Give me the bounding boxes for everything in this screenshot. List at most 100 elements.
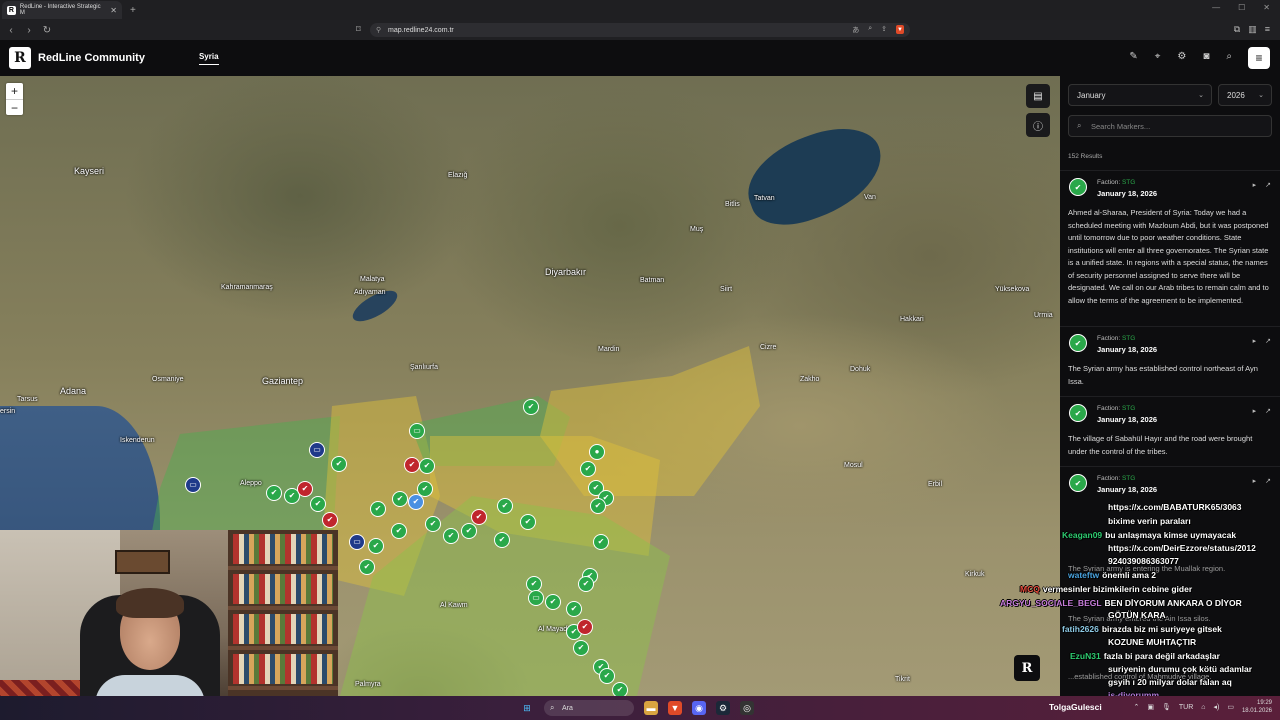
network-icon[interactable]: ⌂: [1201, 704, 1205, 711]
map-marker[interactable]: ▭: [185, 477, 201, 493]
map-marker[interactable]: ✔: [590, 498, 606, 514]
app-header: R RedLine Community Syria ✎ ⌖ ⚙ ◙ ⌕ ≡: [0, 40, 1280, 76]
map-marker[interactable]: ✔: [566, 601, 582, 617]
battery-icon[interactable]: ▭: [1227, 703, 1234, 711]
map-marker[interactable]: ✔: [577, 619, 593, 635]
clock[interactable]: 19:29 18.01.2026: [1242, 699, 1272, 715]
browser-menu-icon[interactable]: ≡: [1265, 24, 1270, 35]
marker-entry[interactable]: ✔ Faction: STG January 18, 2026 ▸ ↗ The S…: [1060, 326, 1280, 396]
city-label: Tikrit: [895, 676, 910, 683]
zoom-in-button[interactable]: +: [6, 83, 23, 99]
menu-icon[interactable]: ≡: [1248, 47, 1270, 69]
map-marker[interactable]: ✔: [494, 532, 510, 548]
map-marker[interactable]: ✔: [593, 534, 609, 550]
map-marker[interactable]: ✔: [404, 457, 420, 473]
map-marker[interactable]: ✔: [443, 528, 459, 544]
video-icon[interactable]: ▸: [1253, 477, 1257, 485]
month-select[interactable]: January ⌄: [1068, 84, 1212, 106]
volume-icon[interactable]: ◂): [1213, 703, 1219, 711]
maximize-icon[interactable]: ☐: [1238, 3, 1245, 12]
year-select[interactable]: 2026 ⌄: [1218, 84, 1272, 106]
map-marker[interactable]: ✔: [599, 668, 615, 684]
marker-search-input[interactable]: ⌕ Search Markers...: [1068, 115, 1272, 137]
map-marker[interactable]: ✔: [471, 509, 487, 525]
zoom-out-button[interactable]: −: [6, 99, 23, 115]
video-icon[interactable]: ▸: [1253, 181, 1257, 189]
sidebar-toggle-icon[interactable]: ▥: [1248, 24, 1257, 35]
map-marker[interactable]: ▭: [349, 534, 365, 550]
map-marker[interactable]: ✔: [417, 481, 433, 497]
external-link-icon[interactable]: ↗: [1265, 181, 1271, 189]
close-tab-icon[interactable]: ✕: [110, 6, 117, 15]
video-icon[interactable]: ▸: [1253, 337, 1257, 345]
map-marker[interactable]: ✔: [523, 399, 539, 415]
map-marker[interactable]: ✔: [520, 514, 536, 530]
map-marker[interactable]: ✔: [573, 640, 589, 656]
gear-icon[interactable]: ⚙: [1177, 51, 1186, 62]
marker-entry[interactable]: ✔ Faction: STG January 18, 2026 ▸ ↗ Ahmed…: [1060, 170, 1280, 326]
map-marker[interactable]: ✔: [266, 485, 282, 501]
search-icon[interactable]: ⌕: [1226, 51, 1232, 62]
translate-icon[interactable]: あ: [852, 25, 859, 35]
map-marker[interactable]: ▭: [309, 442, 325, 458]
map-marker[interactable]: ✔: [370, 501, 386, 517]
external-link-icon[interactable]: ↗: [1265, 407, 1271, 415]
external-link-icon[interactable]: ↗: [1265, 337, 1271, 345]
map-marker[interactable]: ✔: [297, 481, 313, 497]
share-icon[interactable]: ⇪: [881, 25, 887, 35]
url-field[interactable]: ⚲ map.redline24.com.tr あ ⌕ ⇪ ▼: [370, 23, 910, 37]
map-marker[interactable]: ✔: [331, 456, 347, 472]
taskbar-search[interactable]: ⌕ Ara: [544, 700, 634, 716]
tray-app-icon[interactable]: ▣: [1147, 703, 1154, 711]
map-marker[interactable]: ✔: [392, 491, 408, 507]
map-marker[interactable]: ✔: [359, 559, 375, 575]
close-window-icon[interactable]: ✕: [1263, 3, 1270, 12]
map-marker[interactable]: ▭: [528, 590, 544, 606]
brave-shield-icon[interactable]: ▼: [896, 25, 904, 34]
discord-icon[interactable]: ◉: [692, 701, 706, 715]
map-marker[interactable]: ✔: [461, 523, 477, 539]
map-marker[interactable]: ✔: [368, 538, 384, 554]
tray-chevron-icon[interactable]: ⌃: [1133, 703, 1139, 711]
info-icon[interactable]: ⓘ: [1026, 113, 1050, 137]
entry-date: January 18, 2026: [1097, 415, 1158, 424]
map-marker[interactable]: ✔: [545, 594, 561, 610]
new-tab-icon[interactable]: +: [130, 5, 136, 16]
map-marker[interactable]: ✔: [391, 523, 407, 539]
minimize-icon[interactable]: —: [1212, 3, 1220, 12]
marker-entry[interactable]: ✔ Faction: STG January 18, 2026 ▸ ↗ The v…: [1060, 396, 1280, 466]
video-icon[interactable]: ▸: [1253, 407, 1257, 415]
map-marker[interactable]: ●: [589, 444, 605, 460]
windows-start-icon[interactable]: ⊞: [520, 701, 534, 715]
microphone-icon[interactable]: 🎙: [1162, 703, 1171, 711]
external-link-icon[interactable]: ↗: [1265, 477, 1271, 485]
app-logo[interactable]: R: [9, 47, 31, 69]
map-marker[interactable]: ✔: [497, 498, 513, 514]
extensions-icon[interactable]: ⧉: [1234, 24, 1240, 35]
map-marker[interactable]: ✔: [310, 496, 326, 512]
pin-icon[interactable]: ⌖: [1155, 51, 1161, 62]
language-indicator[interactable]: TUR: [1179, 704, 1193, 711]
nav-tab-syria[interactable]: Syria: [198, 52, 219, 65]
map-marker[interactable]: ▭: [409, 423, 425, 439]
obs-icon[interactable]: ◎: [740, 701, 754, 715]
map-marker[interactable]: ✔: [578, 576, 594, 592]
map-marker[interactable]: ✔: [425, 516, 441, 532]
pen-icon[interactable]: ✎: [1129, 51, 1137, 62]
bookmark-icon[interactable]: ⌑: [356, 24, 361, 35]
back-icon[interactable]: ‹: [4, 25, 18, 36]
browser-tab[interactable]: R RedLine - Interactive Strategic M ✕: [2, 1, 122, 19]
forward-icon[interactable]: ›: [22, 25, 36, 36]
map-marker[interactable]: ✔: [580, 461, 596, 477]
file-explorer-icon[interactable]: ▬: [644, 701, 658, 715]
map-marker[interactable]: ✔: [322, 512, 338, 528]
steam-icon[interactable]: ⚙: [716, 701, 730, 715]
camera-icon[interactable]: ◙: [1203, 51, 1209, 62]
brand-name[interactable]: RedLine Community: [38, 52, 145, 64]
zoom-icon[interactable]: ⌕: [868, 25, 872, 35]
map-marker[interactable]: ✔: [419, 458, 435, 474]
reload-icon[interactable]: ↻: [40, 25, 54, 36]
map-layers-icon[interactable]: ▤: [1026, 84, 1050, 108]
brave-browser-icon[interactable]: ▼: [668, 701, 682, 715]
map-marker[interactable]: ✔: [612, 682, 628, 696]
